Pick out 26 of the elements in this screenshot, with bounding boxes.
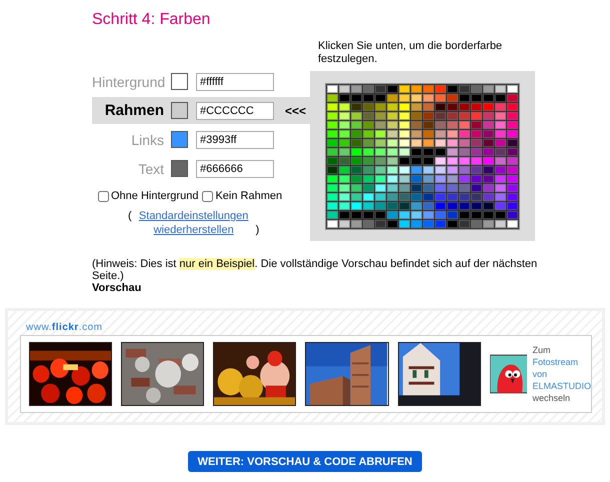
- preview-heading: Vorschau: [92, 282, 142, 294]
- selection-pointer: <<<: [285, 104, 306, 118]
- step-title: Schritt 4: Farben: [91, 10, 212, 29]
- hint-text: (Hinweis: Dies ist nur ein Beispiel. Die vollständige Vorschau befindet sich auf der nächsten Seite.): [92, 258, 538, 282]
- color-field[interactable]: #3993ff: [196, 130, 274, 148]
- color-field[interactable]: #CCCCCC: [196, 102, 274, 120]
- stream-text: Zum: [532, 344, 550, 356]
- continue-button[interactable]: WEITER: VORSCHAU & CODE ABRUFEN: [188, 451, 422, 472]
- field-label: Rahmen: [104, 102, 164, 119]
- palette-instruction: Klicken Sie unten, um die borderfarbe festzulegen.: [318, 40, 504, 66]
- color-row[interactable]: Hintergrund #ffffff: [92, 68, 310, 95]
- color-row[interactable]: Rahmen #CCCCCC <<<: [92, 97, 310, 124]
- checkbox-label: Kein Rahmen: [215, 190, 282, 202]
- color-field[interactable]: #666666: [196, 160, 274, 178]
- field-label: Hintergrund: [92, 74, 164, 90]
- color-field[interactable]: #ffffff: [196, 72, 274, 90]
- paren-text: (: [128, 209, 132, 223]
- reset-link[interactable]: Standardeinstellungen wiederherstellen: [134, 209, 253, 237]
- stream-text: wechseln: [532, 392, 570, 404]
- field-label: Text: [137, 160, 164, 176]
- color-row[interactable]: Text #666666: [92, 155, 310, 182]
- paren-text: ): [256, 223, 260, 237]
- color-row[interactable]: Links #3993ff: [92, 126, 310, 153]
- site-label[interactable]: www.flickr.com: [26, 322, 102, 333]
- field-label: Links: [130, 132, 164, 148]
- checkbox-label: Ohne Hintergrund: [111, 190, 198, 202]
